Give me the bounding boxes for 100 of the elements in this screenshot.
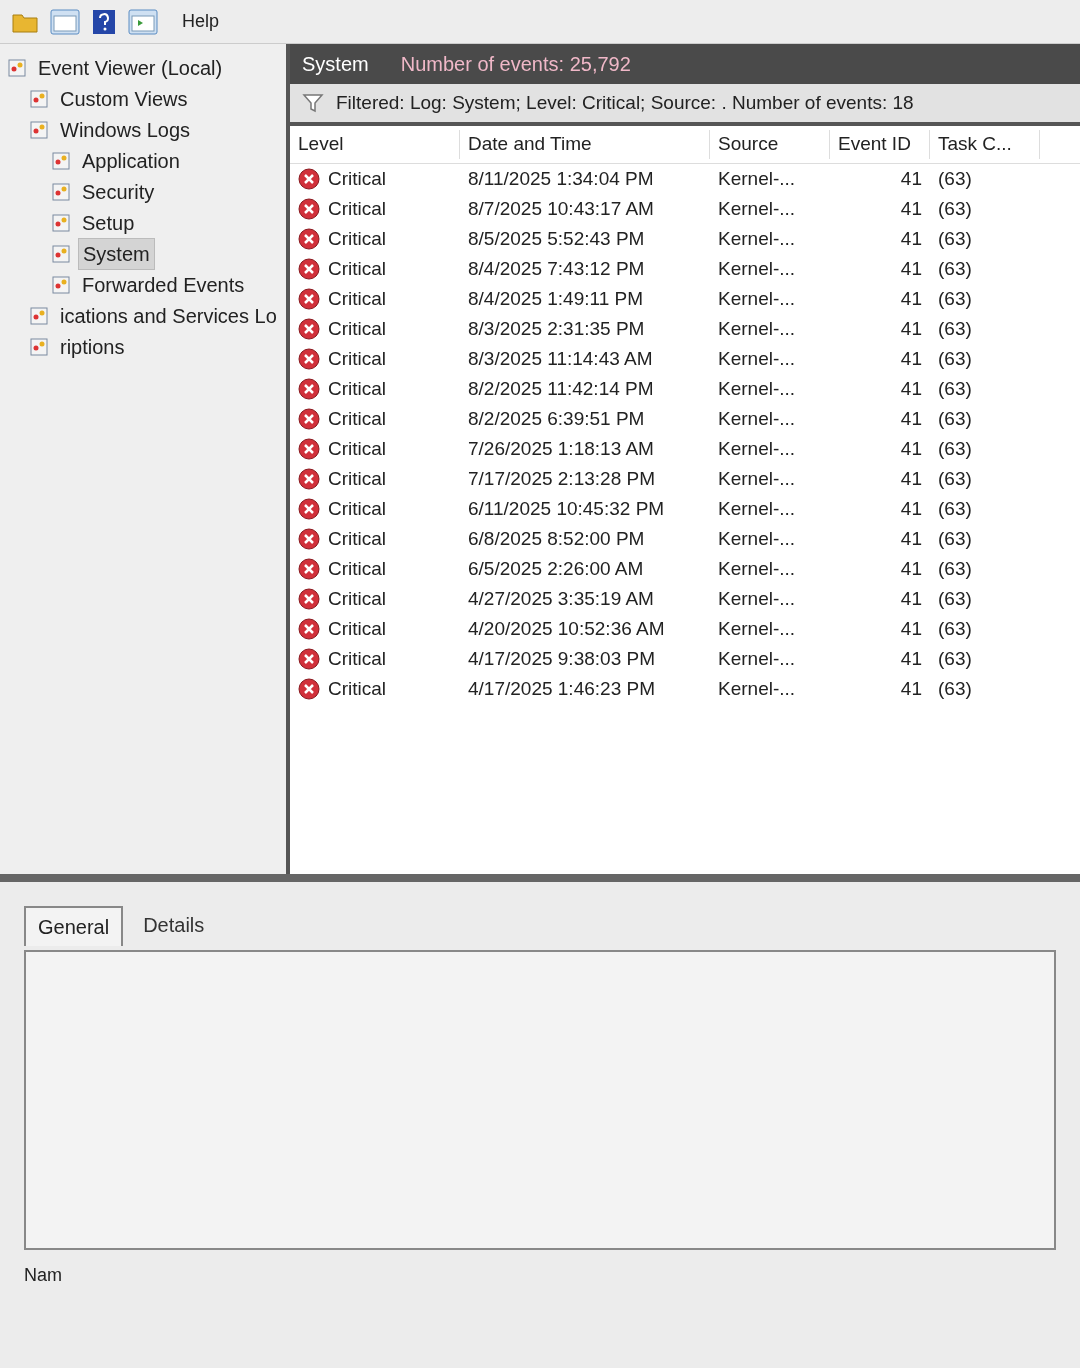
help-icon[interactable] xyxy=(92,8,116,35)
table-cell-text: Kernel-... xyxy=(717,496,797,521)
table-cell-text: (63) xyxy=(937,256,973,281)
menu-item[interactable]: Help xyxy=(178,8,224,35)
column-header[interactable]: Level xyxy=(290,130,460,159)
table-cell-text: 41 xyxy=(899,346,923,371)
table-cell-text: 8/7/2025 10:43:17 AM xyxy=(467,196,655,221)
table-cell-text: Kernel-... xyxy=(717,346,797,371)
filter-icon xyxy=(302,92,324,114)
error-icon xyxy=(298,618,320,640)
log-icon xyxy=(52,244,70,263)
table-cell-text: 41 xyxy=(899,196,923,221)
error-icon xyxy=(298,648,320,670)
table-cell-text: 6/11/2025 10:45:32 PM xyxy=(467,496,666,521)
filter-text: Filtered: Log: System; Level: Critical; Source: . Number of events: 18 xyxy=(336,90,914,115)
table-cell-text: (63) xyxy=(937,196,973,221)
error-icon xyxy=(298,468,320,490)
table-cell-text: 8/3/2025 11:14:43 AM xyxy=(467,346,654,371)
table-cell-text: (63) xyxy=(937,496,973,521)
table-cell-text: Kernel-... xyxy=(717,406,797,431)
error-icon xyxy=(298,198,320,220)
column-header[interactable]: Event ID xyxy=(830,130,930,159)
table-cell-text: Kernel-... xyxy=(717,166,797,191)
tree-item[interactable]: ications and Services Lo xyxy=(56,300,281,331)
table-cell-text: (63) xyxy=(937,346,973,371)
table-cell-text: 41 xyxy=(899,316,923,341)
tree-item[interactable]: Application xyxy=(78,145,184,176)
table-cell-text: Kernel-... xyxy=(717,466,797,491)
tree-item[interactable]: Custom Views xyxy=(56,83,192,114)
log-icon xyxy=(8,58,26,77)
table-cell-text: Kernel-... xyxy=(717,436,797,461)
tree-item[interactable]: Windows Logs xyxy=(56,114,195,145)
tree-item[interactable]: Security xyxy=(78,176,159,207)
table-cell-text: Kernel-... xyxy=(717,616,797,641)
table-cell-text: 7/26/2025 1:18:13 AM xyxy=(467,436,655,461)
table-cell-text: 8/4/2025 1:49:11 PM xyxy=(467,286,644,311)
table-cell-text: Kernel-... xyxy=(717,676,797,701)
table-cell-text: 41 xyxy=(899,526,923,551)
table-cell-text: (63) xyxy=(937,646,973,671)
tab[interactable]: Details xyxy=(131,906,217,946)
log-icon xyxy=(30,89,48,108)
table-cell-text: Critical xyxy=(328,406,387,431)
table-cell-text: Kernel-... xyxy=(717,316,797,341)
table-cell-text: 41 xyxy=(899,436,923,461)
error-icon xyxy=(298,378,320,400)
table-cell-text: 8/11/2025 1:34:04 PM xyxy=(467,166,655,191)
error-icon xyxy=(298,228,320,250)
table-cell-text: 41 xyxy=(899,676,923,701)
column-header[interactable]: Task C... xyxy=(930,130,1040,159)
table-cell-text: (63) xyxy=(937,286,973,311)
table-cell-text: Kernel-... xyxy=(717,286,797,311)
error-icon xyxy=(298,318,320,340)
table-cell-text: Kernel-... xyxy=(717,646,797,671)
table-cell-text: Critical xyxy=(328,166,387,191)
table-cell-text: Critical xyxy=(328,466,387,491)
error-icon xyxy=(298,288,320,310)
table-cell-text: Critical xyxy=(328,376,387,401)
table-cell-text: Kernel-... xyxy=(717,526,797,551)
tree-item[interactable]: Event Viewer (Local) xyxy=(34,52,227,83)
table-cell-text: (63) xyxy=(937,436,973,461)
table-cell-text: 41 xyxy=(899,646,923,671)
table-cell-text: Kernel-... xyxy=(717,196,797,221)
table-cell-text: Kernel-... xyxy=(717,256,797,281)
table-cell-text: Critical xyxy=(328,316,387,341)
log-icon xyxy=(30,120,48,139)
column-header[interactable]: Date and Time xyxy=(460,130,710,159)
table-cell-text: 4/27/2025 3:35:19 AM xyxy=(467,586,655,611)
log-title: System xyxy=(302,52,369,77)
table-cell-text: Critical xyxy=(328,556,387,581)
table-cell-text: 7/17/2025 2:13:28 PM xyxy=(467,466,656,491)
table-cell-text: Critical xyxy=(328,196,387,221)
window-icon[interactable] xyxy=(50,8,80,35)
table-cell-text: 4/17/2025 9:38:03 PM xyxy=(467,646,656,671)
table-cell-text: Kernel-... xyxy=(717,226,797,251)
table-cell-text: Critical xyxy=(328,646,387,671)
error-icon xyxy=(298,498,320,520)
tree-item[interactable]: riptions xyxy=(56,331,129,362)
tree-item[interactable]: System xyxy=(78,237,155,270)
table-cell-text: 41 xyxy=(899,616,923,641)
table-cell-text: 41 xyxy=(899,286,923,311)
table-cell-text: 41 xyxy=(899,466,923,491)
error-icon xyxy=(298,348,320,370)
column-header[interactable]: Source xyxy=(710,130,830,159)
table-cell-text: Critical xyxy=(328,676,387,701)
tree-item[interactable]: Forwarded Events xyxy=(78,269,249,300)
table-cell-text: Critical xyxy=(328,586,387,611)
table-cell-text: 6/8/2025 8:52:00 PM xyxy=(467,526,646,551)
log-icon xyxy=(30,337,48,356)
table-cell-text: 41 xyxy=(899,406,923,431)
table-cell-text: (63) xyxy=(937,586,973,611)
tab[interactable]: General xyxy=(24,906,124,946)
table-cell-text: (63) xyxy=(937,376,973,401)
tree-item[interactable]: Setup xyxy=(78,207,139,238)
error-icon xyxy=(298,408,320,430)
window-icon[interactable] xyxy=(128,8,158,35)
table-cell-text: (63) xyxy=(937,616,973,641)
error-icon xyxy=(298,558,320,580)
table-cell-text: 8/4/2025 7:43:12 PM xyxy=(467,256,646,281)
table-cell-text: 8/2/2025 6:39:51 PM xyxy=(467,406,646,431)
log-icon xyxy=(30,306,48,325)
